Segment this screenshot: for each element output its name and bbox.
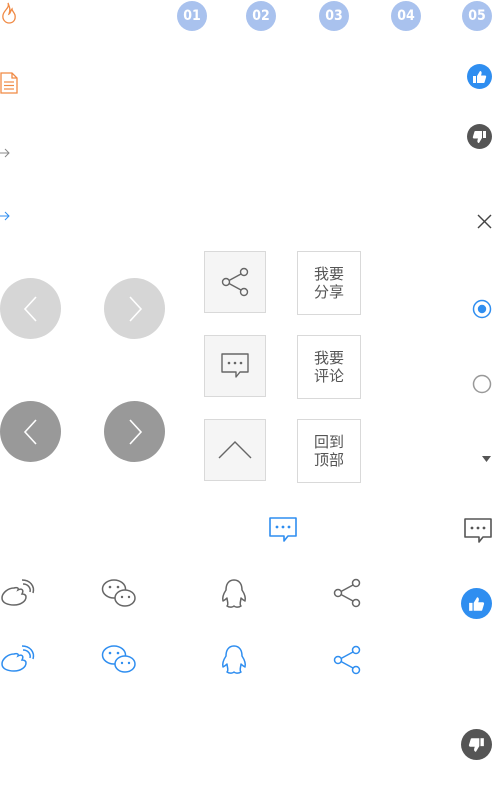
qq-icon[interactable] [218, 578, 250, 610]
step-badge-04[interactable]: 04 [391, 1, 421, 31]
comment-text-button[interactable]: 我要评论 [297, 335, 361, 399]
like-button-large[interactable] [461, 588, 492, 619]
chevron-left-icon [23, 418, 37, 445]
weibo-icon[interactable] [0, 579, 36, 607]
dislike-button-large[interactable] [461, 729, 492, 760]
wechat-icon-blue[interactable] [101, 644, 137, 674]
chevron-right-icon [128, 418, 142, 445]
next-button-dark[interactable] [104, 401, 165, 462]
radio-checked-icon[interactable] [472, 299, 492, 319]
like-button[interactable] [467, 64, 492, 89]
weibo-icon-blue[interactable] [0, 645, 36, 673]
thumbs-down-icon [472, 130, 486, 143]
flame-icon [2, 2, 16, 24]
back-to-top-text-button[interactable]: 回到顶部 [297, 419, 361, 483]
step-badge-01[interactable]: 01 [177, 1, 207, 31]
share-icon [221, 267, 249, 297]
close-icon[interactable] [477, 214, 492, 229]
share-icon-blue[interactable] [332, 645, 362, 675]
arrow-right-icon-blue[interactable] [0, 210, 10, 222]
caret-down-icon[interactable] [481, 455, 492, 463]
document-icon [0, 72, 18, 94]
step-badge-05[interactable]: 05 [462, 1, 492, 31]
thumbs-up-icon [469, 596, 485, 611]
radio-unchecked-icon[interactable] [472, 374, 492, 394]
comment-icon[interactable] [464, 518, 492, 544]
next-button-light[interactable] [104, 278, 165, 339]
comment-button[interactable] [204, 335, 266, 397]
comment-label: 我要评论 [313, 349, 344, 385]
prev-button-light[interactable] [0, 278, 61, 339]
thumbs-up-icon [473, 70, 487, 83]
chevron-up-icon [218, 441, 252, 459]
share-label: 我要分享 [313, 265, 344, 301]
dislike-button[interactable] [467, 124, 492, 149]
back-to-top-label: 回到顶部 [313, 433, 344, 469]
chevron-left-icon [23, 295, 37, 322]
chevron-right-icon [128, 295, 142, 322]
prev-button-dark[interactable] [0, 401, 61, 462]
share-icon[interactable] [332, 578, 362, 608]
step-badge-02[interactable]: 02 [246, 1, 276, 31]
thumbs-down-icon [468, 737, 484, 752]
comment-icon-blue[interactable] [269, 517, 297, 543]
share-text-button[interactable]: 我要分享 [297, 251, 361, 315]
arrow-right-icon[interactable] [0, 147, 10, 159]
wechat-icon[interactable] [101, 578, 137, 608]
qq-icon-blue[interactable] [218, 644, 250, 676]
step-badge-03[interactable]: 03 [319, 1, 349, 31]
back-to-top-button[interactable] [204, 419, 266, 481]
comment-icon [221, 353, 249, 378]
share-button[interactable] [204, 251, 266, 313]
